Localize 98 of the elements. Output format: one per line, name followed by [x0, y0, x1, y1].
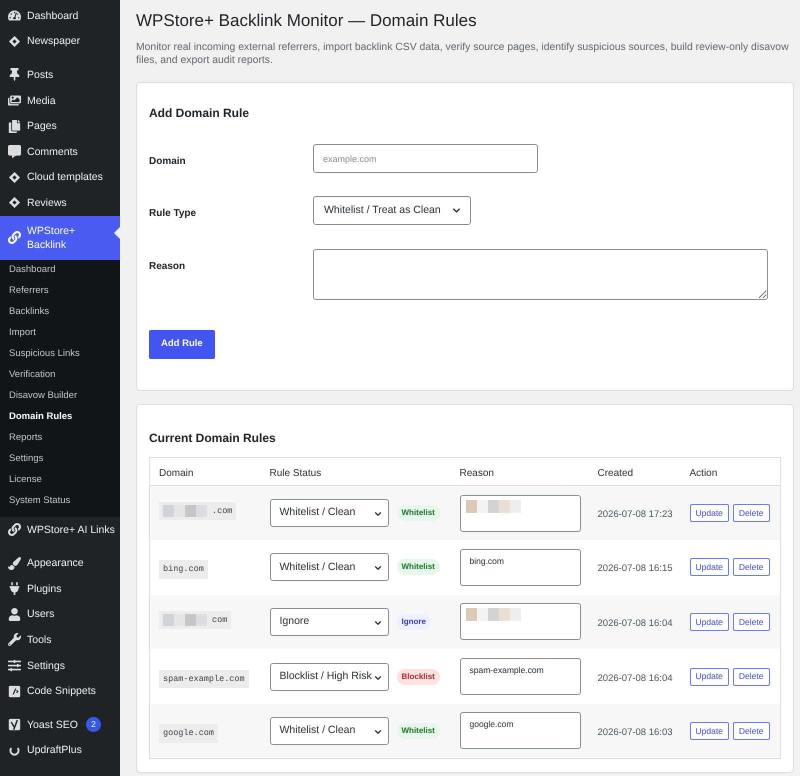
- sidebar-item[interactable]: Users: [0, 602, 120, 628]
- rule-type-select[interactable]: Whitelist / Treat as Clean: [313, 196, 471, 225]
- submenu-item[interactable]: Disavow Builder: [0, 386, 120, 407]
- reason-field[interactable]: bing.com: [460, 548, 580, 586]
- created-date: 2026-07-08 16:15: [598, 563, 673, 574]
- submenu-item[interactable]: Verification: [0, 364, 120, 386]
- sidebar-item[interactable]: Code Snippets: [0, 678, 120, 704]
- status-badge: Blocklist: [396, 668, 440, 685]
- domain-name: bing.com: [159, 560, 208, 580]
- gauge-icon: [8, 9, 21, 22]
- delete-button[interactable]: Delete: [732, 612, 770, 631]
- sidebar-item[interactable]: Plugins: [0, 576, 120, 602]
- created-date: 2026-07-08 17:23: [598, 509, 673, 520]
- comment-icon: [8, 145, 21, 158]
- link-icon: [8, 231, 21, 244]
- submenu-item[interactable]: Dashboard: [0, 260, 120, 281]
- submenu-item[interactable]: Domain Rules: [0, 406, 120, 428]
- created-date: 2026-07-08 16:04: [598, 618, 673, 629]
- rule-status-select[interactable]: Blocklist / High Risk: [270, 662, 388, 691]
- delete-button[interactable]: Delete: [732, 558, 770, 576]
- submenu-item[interactable]: Backlinks: [0, 302, 120, 323]
- sidebar-item[interactable]: Comments: [0, 138, 120, 165]
- y-logo-icon: [8, 718, 21, 732]
- rule-status-select[interactable]: Ignore: [270, 608, 388, 636]
- sidebar-item[interactable]: WPStore+ AI Links: [0, 516, 120, 542]
- sidebar-item[interactable]: Posts: [0, 62, 120, 88]
- rule-status-select[interactable]: Whitelist / Clean: [270, 716, 388, 745]
- diamond-logo-icon: [8, 196, 21, 210]
- add-rule-button[interactable]: Add Rule: [149, 330, 215, 359]
- domain-name: google.com: [159, 724, 218, 743]
- pointer-triangle-icon: [114, 226, 120, 239]
- submenu-item[interactable]: Suspicious Links: [0, 344, 120, 365]
- sidebar-item[interactable]: Cloud templates: [0, 164, 120, 190]
- sidebar-item[interactable]: WPStore+ Backlink: [0, 216, 120, 260]
- column-header: Domain: [159, 468, 194, 478]
- sliders-icon: [8, 659, 21, 672]
- count-badge: 2: [86, 717, 101, 732]
- page-title: WPStore+ Backlink Monitor — Domain Rules: [136, 10, 478, 32]
- sidebar-item[interactable]: Tools: [0, 627, 120, 653]
- update-button[interactable]: Update: [690, 558, 729, 576]
- sidebar-item[interactable]: Newspaper: [0, 28, 120, 54]
- update-button[interactable]: Update: [690, 668, 729, 686]
- domain-suffix: com: [212, 614, 228, 626]
- code-icon: [8, 684, 21, 698]
- wrench-icon: [8, 633, 21, 646]
- created-date: 2026-07-08 16:03: [598, 726, 673, 738]
- pin-icon: [8, 68, 21, 82]
- status-badge: Whitelist: [396, 505, 440, 522]
- user-icon: [8, 608, 21, 621]
- field-label: Rule Type: [149, 208, 196, 219]
- submenu-item[interactable]: Reports: [0, 428, 120, 449]
- reason-field[interactable]: google.com: [460, 712, 580, 750]
- delete-button[interactable]: Delete: [732, 668, 770, 686]
- submenu-item[interactable]: License: [0, 470, 120, 491]
- domain-name: spam-example.com: [159, 670, 249, 688]
- reason-input[interactable]: [313, 249, 768, 300]
- submenu-item[interactable]: System Status: [0, 490, 120, 512]
- delete-button[interactable]: Delete: [732, 722, 770, 740]
- sidebar-item[interactable]: Appearance: [0, 550, 120, 576]
- sidebar-item[interactable]: Yoast SEO 2: [0, 712, 120, 738]
- rule-status-select[interactable]: Whitelist / Clean: [270, 553, 388, 582]
- domain-input[interactable]: example.com: [313, 144, 538, 173]
- submenu-item[interactable]: Referrers: [0, 280, 120, 302]
- images-icon: [8, 94, 21, 108]
- update-button[interactable]: Update: [690, 722, 729, 740]
- column-header: Rule Status: [270, 468, 322, 478]
- domain-suffix: .com: [212, 504, 232, 518]
- plug-icon: [8, 582, 21, 596]
- sidebar-item[interactable]: Reviews: [0, 190, 120, 216]
- rule-status-select[interactable]: Whitelist / Clean: [270, 499, 388, 528]
- paintbrush-icon: [8, 556, 21, 570]
- page-description: Monitor real incoming external referrers, import backlink CSV data, verify source pages, identify suspicious sources, build review-only disavow files, and export audit reports.: [136, 41, 790, 67]
- update-button[interactable]: Update: [690, 504, 729, 522]
- field-label: Reason: [149, 261, 186, 272]
- submenu-item[interactable]: Settings: [0, 448, 120, 470]
- sidebar-item[interactable]: UpdraftPlus: [0, 738, 120, 764]
- pages-icon: [8, 120, 21, 133]
- status-badge: Whitelist: [396, 722, 440, 739]
- card-title: Add Domain Rule: [149, 105, 250, 122]
- status-badge: Whitelist: [396, 559, 440, 576]
- status-badge: Ignore: [396, 614, 431, 630]
- sidebar-item[interactable]: Settings: [0, 652, 120, 678]
- diamond-logo-icon: [8, 170, 21, 184]
- card-title: Current Domain Rules: [149, 430, 277, 447]
- link-icon: [8, 523, 21, 536]
- delete-button[interactable]: Delete: [732, 504, 770, 522]
- sidebar-item[interactable]: Dashboard: [0, 3, 120, 29]
- diamond-logo-icon: [8, 34, 21, 48]
- column-header: Action: [690, 468, 718, 478]
- created-date: 2026-07-08 16:04: [598, 672, 673, 684]
- column-header: Reason: [460, 468, 494, 478]
- submenu-item[interactable]: Import: [0, 322, 120, 344]
- sidebar-item[interactable]: Media: [0, 88, 120, 114]
- reason-field[interactable]: spam-example.com: [460, 658, 580, 696]
- column-header: Created: [598, 468, 634, 478]
- sidebar-item[interactable]: Pages: [0, 113, 120, 139]
- field-label: Domain: [149, 156, 186, 167]
- update-button[interactable]: Update: [690, 612, 729, 631]
